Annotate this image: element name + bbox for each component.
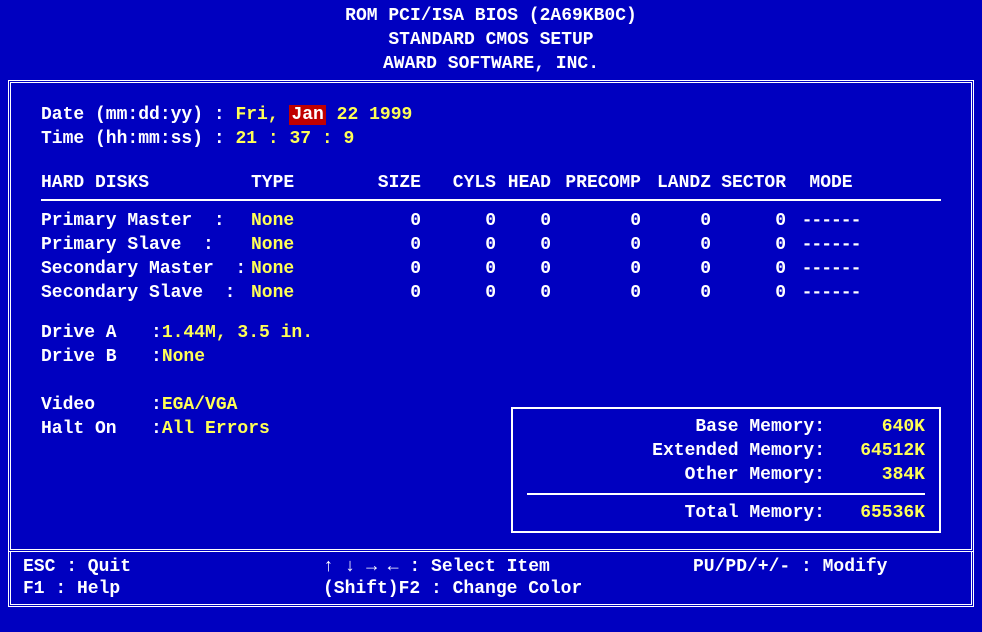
header-line-1: ROM PCI/ISA BIOS (2A69KB0C)	[8, 4, 974, 28]
disk-name: Secondary Master :	[41, 257, 251, 281]
disk-type[interactable]: None	[251, 281, 341, 305]
video-value[interactable]: EGA/VGA	[162, 393, 238, 417]
disk-precomp: 0	[551, 233, 641, 257]
key-hint-pupd: PU/PD/+/- : Modify	[693, 556, 959, 578]
disk-head: 0	[496, 257, 551, 281]
total-memory-value: 65536K	[825, 501, 925, 525]
left-info-panel: Drive A : 1.44M, 3.5 in. Drive B : None …	[41, 321, 471, 441]
date-dd[interactable]: 22	[337, 105, 359, 125]
disk-cyls: 0	[421, 257, 496, 281]
time-mm[interactable]: 37	[289, 129, 311, 149]
disk-mode: ------	[786, 209, 866, 233]
memory-panel: Base Memory:640K Extended Memory:64512K …	[511, 407, 941, 533]
disk-head: 0	[496, 233, 551, 257]
header-line-2: STANDARD CMOS SETUP	[8, 28, 974, 52]
halt-label: Halt On	[41, 417, 151, 441]
hdr-size: SIZE	[341, 171, 421, 195]
date-month-selected[interactable]: Jan	[289, 105, 325, 125]
disk-table-body: Primary Master :None000000------Primary …	[41, 209, 941, 305]
total-memory-label: Total Memory:	[685, 501, 825, 525]
hdr-hard-disks: HARD DISKS	[41, 171, 251, 195]
bios-header: ROM PCI/ISA BIOS (2A69KB0C) STANDARD CMO…	[8, 4, 974, 76]
drive-a-row[interactable]: Drive A : 1.44M, 3.5 in.	[41, 321, 471, 345]
hdr-head: HEAD	[496, 171, 551, 195]
extended-memory-value: 64512K	[825, 439, 925, 463]
disk-mode: ------	[786, 257, 866, 281]
disk-type[interactable]: None	[251, 209, 341, 233]
time-hh[interactable]: 21	[235, 129, 257, 149]
bios-screen: ROM PCI/ISA BIOS (2A69KB0C) STANDARD CMO…	[0, 0, 982, 632]
disk-cyls: 0	[421, 233, 496, 257]
disk-landz: 0	[641, 281, 711, 305]
hdr-cyls: CYLS	[421, 171, 496, 195]
disk-precomp: 0	[551, 209, 641, 233]
disk-cyls: 0	[421, 281, 496, 305]
disk-landz: 0	[641, 209, 711, 233]
time-label: Time (hh:mm:ss)	[41, 129, 203, 149]
main-panel: Date (mm:dd:yy) : Fri, Jan 22 1999 Time …	[8, 80, 974, 552]
drive-a-label: Drive A	[41, 321, 151, 345]
key-hint-esc: ESC : Quit	[23, 556, 323, 578]
drive-b-value[interactable]: None	[162, 345, 205, 369]
disk-landz: 0	[641, 257, 711, 281]
disk-landz: 0	[641, 233, 711, 257]
disk-cyls: 0	[421, 209, 496, 233]
hdr-type: TYPE	[251, 171, 341, 195]
hdr-sector: SECTOR	[711, 171, 786, 195]
base-memory-label: Base Memory:	[695, 415, 825, 439]
key-hint-f1: F1 : Help	[23, 578, 323, 600]
halt-row[interactable]: Halt On : All Errors	[41, 417, 471, 441]
memory-divider	[527, 493, 925, 495]
disk-sector: 0	[711, 233, 786, 257]
disk-sector: 0	[711, 281, 786, 305]
disk-size: 0	[341, 257, 421, 281]
key-hint-arrows: ↑ ↓ → ← : Select Item	[323, 556, 693, 578]
disk-name: Secondary Slave :	[41, 281, 251, 305]
drive-b-label: Drive B	[41, 345, 151, 369]
disk-row[interactable]: Primary Master :None000000------	[41, 209, 941, 233]
hdr-precomp: PRECOMP	[551, 171, 641, 195]
time-ss[interactable]: 9	[343, 129, 354, 149]
drive-a-value[interactable]: 1.44M, 3.5 in.	[162, 321, 313, 345]
hdr-mode: MODE	[786, 171, 866, 195]
time-row: Time (hh:mm:ss) : 21 : 37 : 9	[41, 127, 941, 151]
disk-row[interactable]: Secondary Master :None000000------	[41, 257, 941, 281]
disk-head: 0	[496, 209, 551, 233]
date-day[interactable]: Fri	[235, 105, 267, 125]
disk-sector: 0	[711, 257, 786, 281]
disk-name: Primary Master :	[41, 209, 251, 233]
disk-table-header: HARD DISKS TYPE SIZE CYLS HEAD PRECOMP L…	[41, 171, 941, 195]
base-memory-value: 640K	[825, 415, 925, 439]
disk-sector: 0	[711, 209, 786, 233]
disk-size: 0	[341, 281, 421, 305]
other-memory-value: 384K	[825, 463, 925, 487]
extended-memory-label: Extended Memory:	[652, 439, 825, 463]
disk-type[interactable]: None	[251, 257, 341, 281]
disk-size: 0	[341, 233, 421, 257]
date-row: Date (mm:dd:yy) : Fri, Jan 22 1999	[41, 103, 941, 127]
date-year[interactable]: 1999	[369, 105, 412, 125]
video-row[interactable]: Video : EGA/VGA	[41, 393, 471, 417]
halt-value[interactable]: All Errors	[162, 417, 270, 441]
date-label: Date (mm:dd:yy)	[41, 105, 203, 125]
disk-head: 0	[496, 281, 551, 305]
disk-mode: ------	[786, 233, 866, 257]
header-line-3: AWARD SOFTWARE, INC.	[8, 52, 974, 76]
disk-type[interactable]: None	[251, 233, 341, 257]
hdr-landz: LANDZ	[641, 171, 711, 195]
divider	[41, 199, 941, 201]
video-label: Video	[41, 393, 151, 417]
other-memory-label: Other Memory:	[685, 463, 825, 487]
disk-row[interactable]: Secondary Slave :None000000------	[41, 281, 941, 305]
footer-help-bar: ESC : Quit ↑ ↓ → ← : Select Item PU/PD/+…	[8, 552, 974, 607]
disk-size: 0	[341, 209, 421, 233]
drive-b-row[interactable]: Drive B : None	[41, 345, 471, 369]
disk-name: Primary Slave :	[41, 233, 251, 257]
disk-mode: ------	[786, 281, 866, 305]
disk-precomp: 0	[551, 281, 641, 305]
disk-row[interactable]: Primary Slave :None000000------	[41, 233, 941, 257]
key-hint-shift-f2: (Shift)F2 : Change Color	[323, 578, 693, 600]
disk-precomp: 0	[551, 257, 641, 281]
